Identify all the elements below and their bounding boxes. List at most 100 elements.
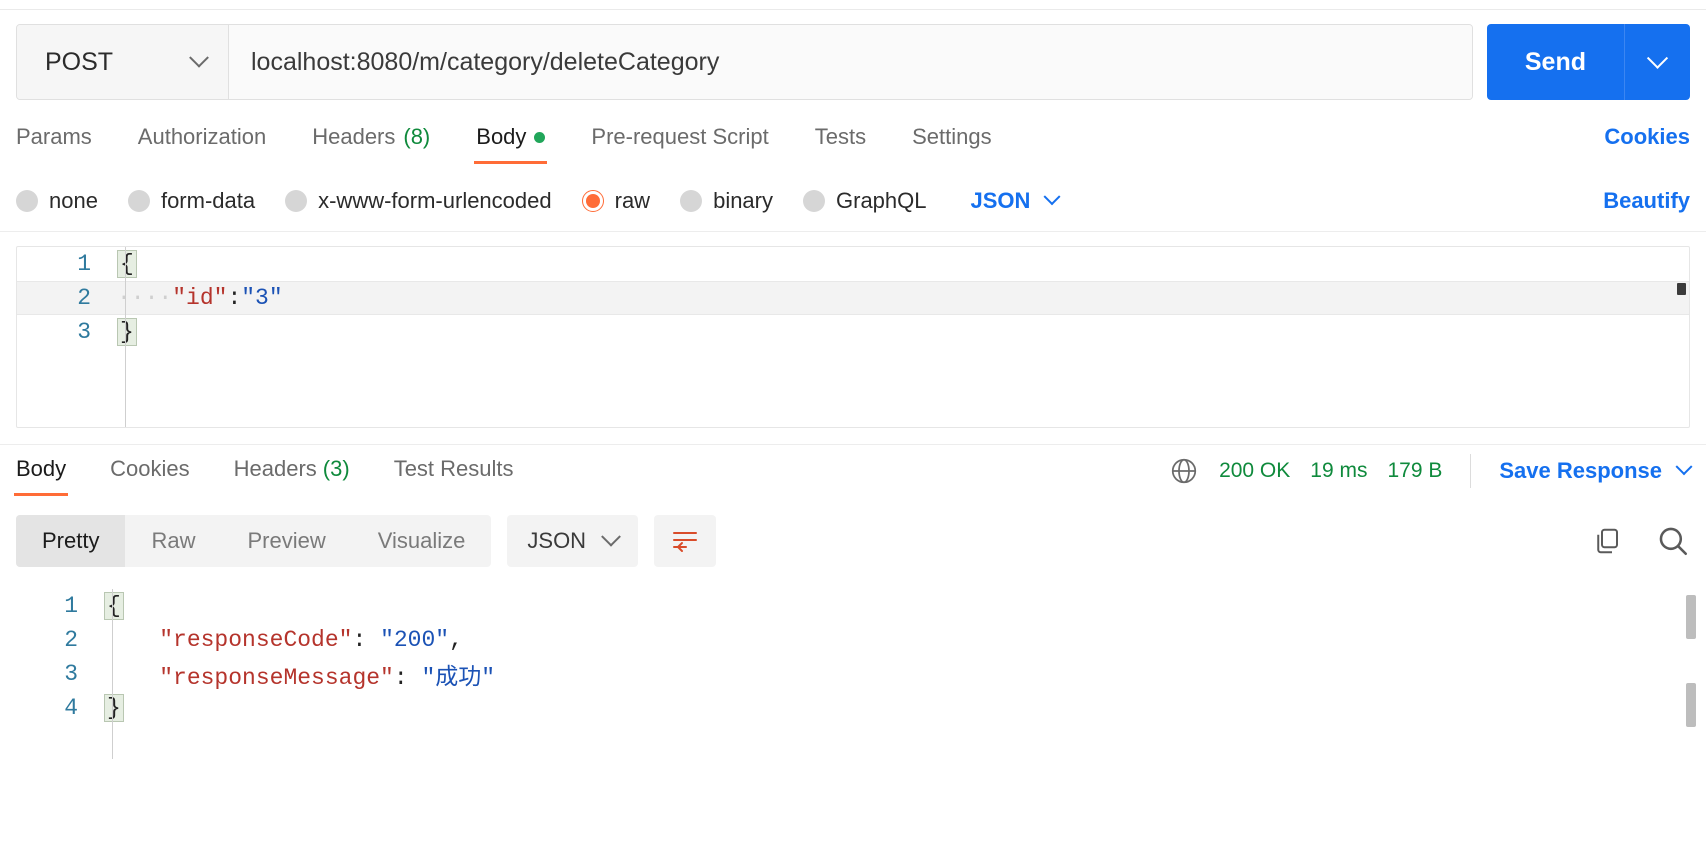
tab-tests[interactable]: Tests	[815, 124, 866, 164]
response-scrollbar-thumb-top[interactable]	[1686, 595, 1696, 639]
search-button[interactable]	[1656, 524, 1690, 558]
copy-button[interactable]	[1592, 526, 1622, 556]
send-button[interactable]: Send	[1486, 24, 1624, 100]
radio-selected-icon	[581, 189, 604, 212]
response-tab-test-results[interactable]: Test Results	[394, 456, 514, 496]
open-brace: {	[117, 250, 137, 278]
globe-icon	[1171, 458, 1197, 484]
response-status-group: 200 OK 19 ms 179 B Save Response	[1169, 454, 1693, 498]
code-content: ····"id":"3"	[109, 285, 283, 311]
send-group: Send	[1486, 24, 1690, 100]
body-type-graphql[interactable]: GraphQL	[803, 188, 927, 214]
response-tab-body[interactable]: Body	[13, 456, 69, 496]
code-content: "responseCode": "200",	[96, 627, 463, 653]
json-value: "3"	[241, 285, 283, 311]
view-mode-preview[interactable]: Preview	[221, 515, 351, 567]
response-format-select[interactable]: JSON	[507, 515, 639, 567]
response-size: 179 B	[1387, 459, 1443, 482]
radio-icon	[127, 189, 150, 212]
code-line: 2 "responseCode": "200",	[0, 623, 1706, 657]
code-content: "responseMessage": "成功"	[96, 657, 495, 691]
tab-label: Authorization	[137, 124, 267, 149]
line-number: 4	[64, 695, 78, 721]
json-colon: :	[352, 627, 381, 653]
status-code: 200 OK	[1219, 459, 1291, 482]
copy-icon	[1597, 528, 1618, 554]
url-text: localhost:8080/m/category/deleteCategory	[251, 47, 720, 76]
editor-gutter-line	[125, 247, 126, 427]
tab-settings[interactable]: Settings	[912, 124, 992, 164]
response-headers-count: (3)	[322, 456, 350, 481]
body-type-x-www-form-urlencoded[interactable]: x-www-form-urlencoded	[285, 188, 552, 214]
method-url-group: POST localhost:8080/m/category/deleteCat…	[16, 24, 1473, 100]
view-mode-pretty[interactable]: Pretty	[16, 515, 126, 567]
divider	[1470, 454, 1472, 488]
body-language-select[interactable]: JSON	[970, 187, 1061, 214]
http-method-select[interactable]: POST	[17, 25, 229, 99]
body-type-binary[interactable]: binary	[680, 188, 773, 214]
tab-label: Body	[476, 124, 527, 149]
tab-label: Test Results	[393, 456, 514, 481]
save-response-button[interactable]: Save Response	[1499, 458, 1693, 484]
view-mode-raw[interactable]: Raw	[125, 515, 221, 567]
code-line: 3 }	[17, 315, 1689, 349]
body-type-none[interactable]: none	[16, 188, 98, 214]
tab-headers-count: (8)	[403, 124, 431, 149]
request-url-bar: POST localhost:8080/m/category/deleteCat…	[0, 10, 1706, 114]
tab-label: Params	[16, 124, 92, 149]
json-value: "成功"	[421, 665, 496, 691]
json-key: "id"	[172, 285, 228, 311]
body-modified-dot-icon	[534, 131, 546, 143]
line-number: 3	[77, 319, 91, 345]
tab-label: Pre-request Script	[591, 124, 769, 149]
tab-label: Headers	[233, 456, 317, 481]
response-scrollbar-thumb-bottom[interactable]	[1686, 683, 1696, 727]
radio-icon	[16, 189, 38, 212]
code-content: {	[109, 250, 137, 278]
tab-params[interactable]: Params	[16, 124, 92, 164]
response-format-label: JSON	[527, 528, 587, 553]
cookies-link[interactable]: Cookies	[1604, 124, 1690, 164]
response-time: 19 ms	[1310, 459, 1368, 482]
response-tab-cookies[interactable]: Cookies	[110, 456, 189, 496]
line-number: 2	[64, 627, 78, 653]
word-wrap-icon	[673, 532, 698, 552]
code-content: }	[109, 318, 137, 346]
tab-label: Tests	[814, 124, 867, 149]
close-brace: }	[117, 318, 137, 346]
chevron-down-icon	[189, 47, 209, 68]
tab-label: Cookies	[110, 456, 190, 481]
code-line: 1 {	[0, 589, 1706, 623]
response-view-mode-group: Pretty Raw Preview Visualize	[16, 515, 492, 567]
body-language-label: JSON	[970, 187, 1031, 213]
body-type-label: raw	[614, 187, 651, 213]
body-type-label: binary	[713, 187, 773, 213]
response-tab-headers[interactable]: Headers (3)	[234, 456, 350, 496]
editor-vertical-scrollbar[interactable]	[1677, 283, 1686, 295]
tab-headers[interactable]: Headers (8)	[312, 124, 430, 164]
response-toolbar: Pretty Raw Preview Visualize JSON	[0, 507, 1706, 577]
request-body-editor[interactable]: 1 { 2 ····"id":"3" 3 }	[16, 246, 1690, 428]
beautify-button[interactable]: Beautify	[1603, 188, 1690, 214]
body-type-form-data[interactable]: form-data	[127, 188, 255, 214]
tab-label: Headers	[312, 124, 396, 149]
code-content: {	[96, 592, 124, 620]
json-key: "responseCode"	[159, 627, 353, 653]
response-body-editor[interactable]: 1 { 2 "responseCode": "200", 3 "response…	[0, 589, 1706, 759]
tab-authorization[interactable]: Authorization	[138, 124, 266, 164]
tab-body[interactable]: Body	[474, 124, 548, 164]
json-key: "responseMessage"	[159, 665, 394, 691]
word-wrap-button[interactable]	[654, 515, 717, 567]
send-options-button[interactable]	[1624, 24, 1690, 100]
chevron-down-icon	[601, 526, 621, 547]
code-line: 1 {	[17, 247, 1689, 281]
response-tool-actions	[1592, 524, 1690, 558]
json-comma: ,	[449, 627, 463, 653]
view-mode-visualize[interactable]: Visualize	[352, 515, 492, 567]
chevron-down-icon	[1646, 47, 1669, 69]
tab-pre-request-script[interactable]: Pre-request Script	[591, 124, 768, 164]
close-brace: }	[104, 694, 124, 722]
search-icon	[1659, 527, 1688, 556]
url-input[interactable]: localhost:8080/m/category/deleteCategory	[229, 25, 1472, 99]
body-type-raw[interactable]: raw	[581, 187, 651, 214]
